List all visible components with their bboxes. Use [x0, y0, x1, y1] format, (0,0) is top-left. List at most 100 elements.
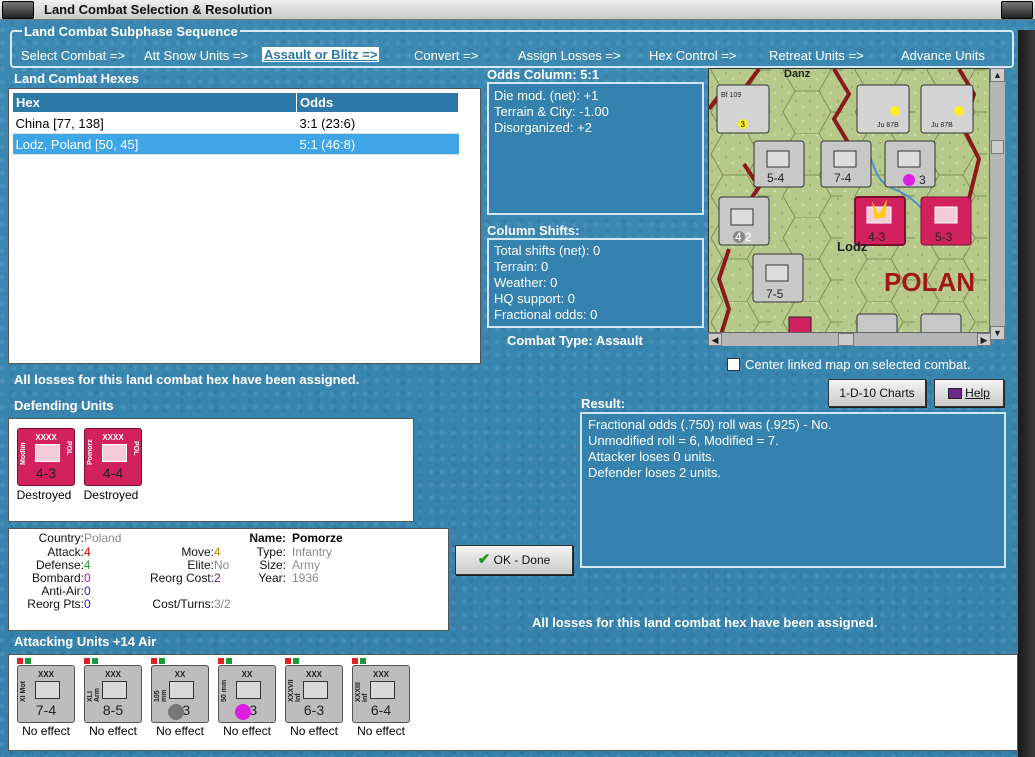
- hex-cell[interactable]: China [77, 138]: [12, 112, 297, 134]
- unit-strength: 6-3: [303, 702, 325, 718]
- status-message-top: All losses for this land combat hex have…: [14, 372, 360, 387]
- seq-step-assault-or-blitz[interactable]: Assault or Blitz =>: [262, 47, 380, 62]
- map-counter-50mm[interactable]: 3: [884, 140, 936, 188]
- attacking-title: Attacking Units +14 Air: [14, 634, 157, 649]
- map-counter-7-4[interactable]: 7-4: [820, 140, 872, 188]
- shifts-panel: Total shifts (net): 0 Terrain: 0 Weather…: [487, 238, 704, 328]
- table-row[interactable]: China [77, 138] 3:1 (23:6): [12, 112, 459, 134]
- attacking-unit-counter[interactable]: XXX XXXVII Inf 6-3: [285, 665, 343, 723]
- unit-strength: 8-5: [102, 702, 124, 718]
- attacking-unit-counter[interactable]: XXX XXXIII Inf 6-4: [352, 665, 410, 723]
- map-vertical-scrollbar[interactable]: ▲ ▼: [989, 68, 1005, 340]
- aa-symbol-icon: [236, 681, 261, 699]
- scroll-down-arrow-icon[interactable]: ▼: [990, 326, 1005, 340]
- combat-type: Combat Type: Assault: [507, 333, 643, 348]
- charts-button[interactable]: 1-D-10 Charts: [828, 379, 926, 407]
- scroll-right-arrow-icon[interactable]: ▶: [977, 333, 991, 346]
- seq-step-retreat-units[interactable]: Retreat Units =>: [769, 48, 864, 63]
- center-map-label: Center linked map on selected combat.: [745, 357, 971, 372]
- hex-cell[interactable]: Lodz, Poland [50, 45]: [12, 133, 297, 155]
- unit-name: 50 mm: [221, 679, 228, 702]
- attacking-unit-counter[interactable]: XXX XLI Arm 8-5: [84, 665, 142, 723]
- costturns-label: Cost/Turns:: [152, 597, 214, 611]
- defending-title: Defending Units: [14, 398, 114, 413]
- result-line: Defender loses 2 units.: [588, 465, 721, 480]
- unit-strength: 6-4: [370, 702, 392, 718]
- unit-name: Pomorze: [87, 439, 94, 465]
- seq-step-convert[interactable]: Convert =>: [414, 48, 478, 63]
- map-air-counter[interactable]: Ju 87B: [920, 84, 974, 134]
- map-air-counter[interactable]: Ju 87B: [856, 84, 910, 134]
- odds-cell[interactable]: 5:1 (46:8): [296, 133, 459, 155]
- window-close-button[interactable]: [1001, 1, 1033, 19]
- odds-line: Disorganized: +2: [494, 120, 592, 135]
- odds-line: Die mod. (net): +1: [494, 88, 599, 103]
- unit-name: XXXVII Inf: [288, 679, 302, 702]
- status-pip-icon: [226, 658, 232, 664]
- linked-map[interactable]: Bf 109 3 Ju 87B Ju 87B 5-4 7-4 3 4-3 5-3 …: [708, 68, 1005, 340]
- hexes-col-hex[interactable]: Hex: [12, 92, 297, 113]
- seq-step-att-snow-units[interactable]: Att Snow Units =>: [144, 48, 248, 63]
- attacking-unit-counter[interactable]: XXX XI Mot 7-4: [17, 665, 75, 723]
- name-value: Pomorze: [292, 531, 343, 545]
- unit-name: Modlin: [20, 442, 27, 465]
- window-titlebar: Land Combat Selection & Resolution: [0, 0, 1035, 20]
- defending-unit-pomorze[interactable]: XXXX Pomorze POL 4-4: [84, 428, 142, 486]
- map-country-label: POLAN: [884, 267, 975, 297]
- unit-status: No effect: [223, 724, 271, 738]
- seq-step-advance-units[interactable]: Advance Units: [901, 48, 985, 63]
- unit-name: 105 mm: [154, 689, 168, 702]
- result-line: Attacker loses 0 units.: [588, 449, 716, 464]
- map-horizontal-scrollbar[interactable]: ◀ ▶: [708, 332, 991, 346]
- svg-text:3: 3: [919, 173, 926, 187]
- unit-strength: 4-4: [102, 465, 124, 481]
- map-counter-5-4[interactable]: 5-4: [753, 140, 805, 188]
- svg-text:Ju 87B: Ju 87B: [931, 122, 953, 129]
- supply-pip-icon: [218, 658, 224, 664]
- strength-badge-icon: [235, 704, 251, 720]
- ok-done-button[interactable]: ✔ OK - Done: [455, 545, 573, 575]
- seq-step-hex-control[interactable]: Hex Control =>: [649, 48, 736, 63]
- attacking-unit-counter[interactable]: XX105 mm3-3: [151, 665, 209, 723]
- center-map-checkbox[interactable]: [727, 358, 740, 371]
- bombard-value: 0: [84, 571, 91, 585]
- svg-text:7-4: 7-4: [834, 171, 852, 185]
- map-canvas[interactable]: Bf 1093 Ju 87B Ju 87B 5-4 7-4 3 4-3 5-3 …: [709, 69, 1005, 340]
- year-label: Year:: [258, 571, 286, 585]
- seq-step-select-combat[interactable]: Select Combat =>: [21, 48, 125, 63]
- attacking-unit-counter[interactable]: XX50 mm2-3: [218, 665, 276, 723]
- unit-status: No effect: [89, 724, 137, 738]
- window-menu-button[interactable]: [2, 1, 34, 19]
- hexes-col-odds[interactable]: Odds: [296, 92, 459, 113]
- shift-line: Fractional odds: 0: [494, 307, 598, 322]
- table-row[interactable]: Lodz, Poland [50, 45] 5:1 (46:8): [12, 133, 459, 155]
- unit-nationality: POL: [65, 441, 72, 456]
- unit-status: Destroyed: [16, 488, 72, 502]
- map-counter-7-5[interactable]: 7-5: [752, 253, 804, 303]
- odds-panel: Die mod. (net): +1 Terrain & City: -1.00…: [487, 82, 704, 215]
- help-book-icon: [948, 388, 963, 400]
- defending-unit-modlin[interactable]: XXXX Modlin POL 4-3: [17, 428, 75, 486]
- map-counter-modlin[interactable]: 4-3: [854, 196, 906, 246]
- antiair-value: 0: [84, 584, 91, 598]
- seq-step-assign-losses[interactable]: Assign Losses =>: [518, 48, 621, 63]
- map-air-counter[interactable]: Bf 109 3: [716, 84, 770, 134]
- scroll-left-arrow-icon[interactable]: ◀: [708, 333, 722, 346]
- result-line: Fractional odds (.750) roll was (.925) -…: [588, 417, 832, 432]
- map-counter-105mm[interactable]: 4 2: [718, 196, 770, 246]
- svg-text:4 2: 4 2: [735, 230, 752, 244]
- odds-line: Terrain & City: -1.00: [494, 104, 609, 119]
- odds-cell[interactable]: 3:1 (23:6): [296, 112, 459, 134]
- supply-pip-icon: [17, 658, 23, 664]
- type-label: Type:: [256, 545, 286, 559]
- map-counter-poznan[interactable]: 5-3: [920, 196, 972, 246]
- svg-text:3: 3: [741, 120, 746, 129]
- scroll-up-arrow-icon[interactable]: ▲: [990, 68, 1005, 82]
- odds-title: Odds Column: 5:1: [487, 67, 599, 82]
- scroll-thumb[interactable]: [991, 140, 1004, 154]
- scroll-thumb[interactable]: [838, 333, 854, 346]
- art-symbol-icon: [169, 681, 194, 699]
- help-button[interactable]: Help: [934, 379, 1004, 407]
- unit-info-panel: Country: Poland Attack: 4 Defense: 4 Bom…: [8, 528, 449, 631]
- unit-strength: 4-3: [35, 465, 57, 481]
